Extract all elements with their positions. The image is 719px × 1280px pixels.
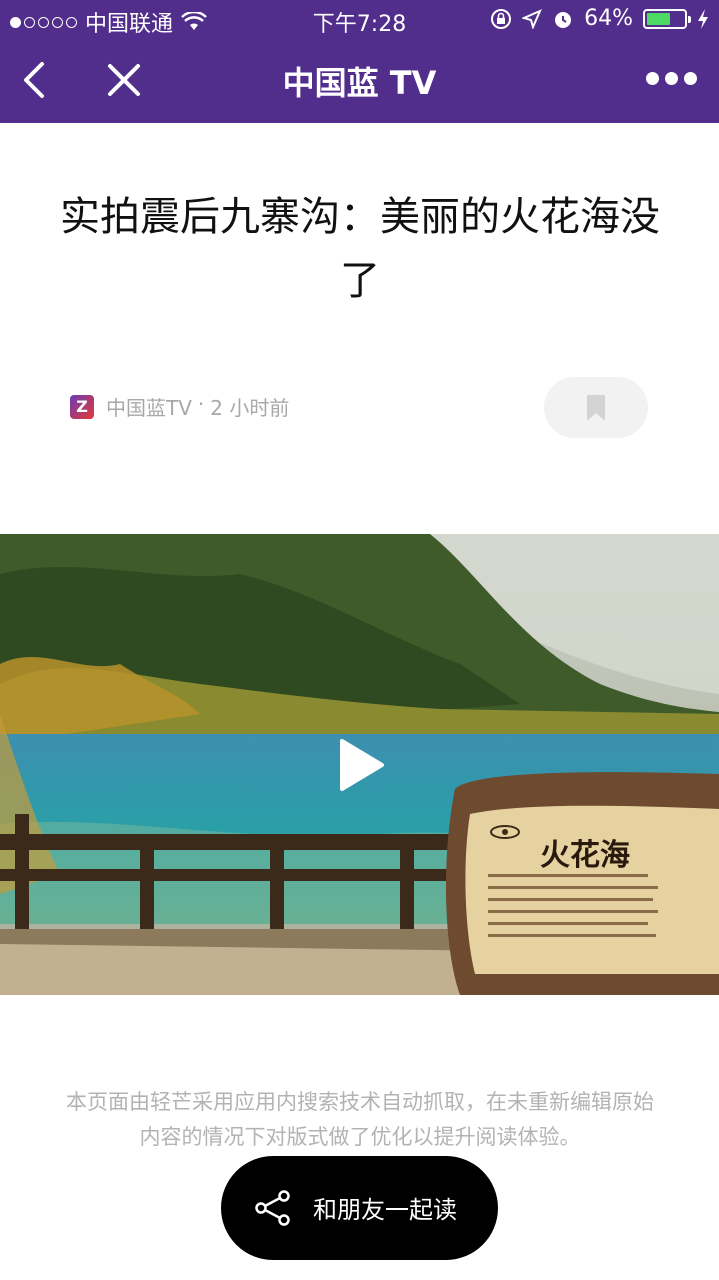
rotation-lock-icon: [491, 8, 512, 29]
battery-percent: 64%: [584, 6, 633, 31]
source-logo[interactable]: Z: [70, 394, 94, 419]
more-dots-icon[interactable]: [646, 72, 697, 85]
battery-icon: [643, 8, 691, 29]
disclaimer-text: 本页面由轻芒采用应用内搜索技术自动抓取，在未重新编辑原始内容的情况下对版式做了优…: [66, 1090, 654, 1149]
bookmark-button[interactable]: [544, 377, 648, 438]
charging-bolt-icon: [698, 8, 708, 29]
nav-bar: 中国蓝 TV: [0, 40, 719, 123]
nav-title: 中国蓝 TV: [282, 64, 437, 102]
status-right: 64%: [490, 6, 709, 31]
article-title: 实拍震后九寨沟：美丽的火花海没了: [60, 194, 660, 304]
share-icon: [255, 1190, 290, 1226]
play-icon[interactable]: [336, 738, 386, 792]
share-label: 和朋友一起读: [313, 1196, 457, 1224]
sign-text: 火花海: [540, 838, 630, 873]
bookmark-icon: [587, 395, 605, 421]
status-bar: 中国联通 下午7:28 64%: [0, 0, 719, 40]
meta-separator: ·: [197, 392, 205, 416]
alarm-icon: [555, 11, 572, 28]
location-arrow-icon: [522, 8, 543, 29]
meta-text: 中国蓝TV · 2 小时前: [106, 392, 289, 421]
time-ago: 2 小时前: [210, 396, 290, 420]
source-name[interactable]: 中国蓝TV: [106, 392, 192, 421]
article-meta: Z 中国蓝TV · 2 小时前: [70, 392, 289, 421]
scenic-sign: [445, 772, 719, 995]
read-with-friends-button[interactable]: 和朋友一起读: [221, 1156, 498, 1260]
